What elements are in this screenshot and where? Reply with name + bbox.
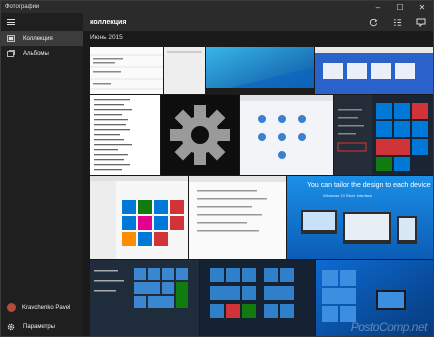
photo-tile[interactable] (189, 176, 286, 259)
title-bar: Фотографии – ☐ ✕ (1, 1, 433, 13)
sidebar-item-collection[interactable]: Коллекция (1, 31, 83, 46)
user-name: Kravchenko Pavel (22, 304, 71, 311)
photo-tile[interactable] (161, 95, 239, 175)
photos-app-window: Фотографии – ☐ ✕ Коллекция Альбомы Kravc… (0, 0, 434, 337)
select-icon (393, 18, 401, 26)
watermark: PostoComp.net (350, 320, 428, 334)
photo-tile[interactable] (90, 47, 163, 94)
slideshow-button[interactable] (409, 13, 433, 31)
hamburger-icon (7, 19, 15, 25)
gear-icon (7, 323, 15, 330)
photo-tile[interactable] (90, 95, 160, 175)
albums-icon (7, 50, 15, 57)
page-title: коллекция (90, 18, 127, 26)
sidebar-bottom: Kravchenko Pavel Параметры (1, 298, 83, 336)
app-title: Фотографии (5, 4, 40, 10)
maximize-button[interactable]: ☐ (389, 1, 411, 13)
photo-tile[interactable] (240, 95, 333, 175)
tile-caption: You can tailor the design to each device (307, 182, 431, 189)
minimize-button[interactable]: – (367, 1, 389, 13)
sidebar-item-label: Альбомы (23, 50, 49, 57)
select-button[interactable] (385, 13, 409, 31)
month-heading: Июнь 2015 (90, 34, 123, 41)
photo-tile[interactable] (90, 176, 188, 259)
collection-grid: Июнь 2015 You can tailor the design to e… (83, 31, 433, 336)
sidebar-item-settings[interactable]: Параметры (1, 317, 83, 336)
sidebar-item-albums[interactable]: Альбомы (1, 46, 83, 61)
photo-tile[interactable] (90, 260, 199, 336)
refresh-icon (369, 18, 377, 26)
photo-tile[interactable] (206, 47, 314, 94)
sidebar-item-label: Коллекция (23, 35, 53, 42)
user-account[interactable]: Kravchenko Pavel (1, 298, 83, 317)
slideshow-icon (416, 18, 426, 27)
photo-tile[interactable] (200, 260, 315, 336)
sidebar: Коллекция Альбомы Kravchenko Pavel Парам… (1, 13, 83, 336)
tile-subcaption: Windows 10 Store Interface (323, 193, 373, 198)
photo-tile[interactable] (334, 95, 433, 175)
collection-icon (7, 35, 15, 42)
photo-tile[interactable] (315, 47, 433, 94)
refresh-button[interactable] (361, 13, 385, 31)
header-bar: коллекция (83, 13, 433, 31)
hamburger-button[interactable] (1, 13, 83, 31)
sidebar-item-label: Параметры (23, 323, 55, 330)
avatar (7, 303, 16, 312)
photo-tile[interactable]: You can tailor the design to each device… (287, 176, 433, 259)
photo-tile[interactable] (164, 47, 205, 94)
close-button[interactable]: ✕ (411, 1, 433, 13)
